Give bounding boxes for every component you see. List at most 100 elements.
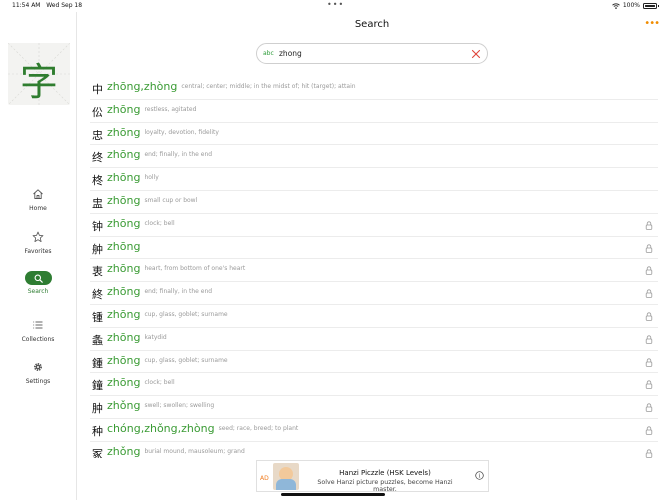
list-item[interactable]: 螽 zhōng katydid [90,328,658,351]
logo-character: 字 [19,60,58,104]
sidebar-item-settings[interactable]: Settings [0,359,76,385]
more-options-icon[interactable]: ••• [644,18,660,29]
battery-icon [643,2,659,9]
pinyin: zhǒng [107,444,141,458]
pinyin-line: zhōng heart, from bottom of one's heart [107,262,245,275]
hanzi-character: 鍾 [92,356,103,370]
list-item[interactable]: 衷 zhōng heart, from bottom of one's heart [90,259,658,283]
sidebar-item-favorites[interactable]: Favorites [0,229,76,255]
hanzi-character: 衷 [92,265,103,279]
list-item[interactable]: 钟 zhōng clock; bell [90,214,658,237]
definition: clock; bell [144,219,175,227]
definition: heart, from bottom of one's heart [144,265,246,273]
pinyin: zhōng [107,171,141,185]
lock-icon [645,266,653,276]
definition: burial mound, mausoleum; grand [144,447,245,455]
sidebar-item-label: Favorites [24,248,52,255]
sidebar-item-label: Settings [25,378,51,385]
ad-thumbnail [273,463,299,490]
list-item[interactable]: 种 chóng,zhǒng,zhòng seed; race, breed; to … [90,419,658,442]
pinyin-line: zhǒng swell; swollen; swelling [107,399,214,412]
star-icon [32,231,44,242]
pinyin: zhǒng [107,399,141,413]
pinyin: zhōng,zhòng [107,80,178,93]
list-item[interactable]: 中 zhōng,zhòng central; center; middle; in … [90,77,658,100]
definition: cup, glass, goblet; surname [144,356,228,364]
definition: central; center; middle; in the midst of… [181,83,356,90]
definition: katydid [144,333,167,341]
pinyin-line: zhōng,zhòng central; center; middle; in t… [107,80,356,93]
hanzi-character: 終 [92,288,103,302]
pinyin: zhōng [107,376,141,390]
list-item[interactable]: 忠 zhōng loyalty, devotion, fidelity [90,123,658,146]
pinyin: zhōng [107,330,141,344]
hanzi-character: 钟 [92,219,103,233]
status-right: 100% [612,2,659,9]
list-item[interactable]: 锺 zhōng cup, glass, goblet; surname [90,305,658,328]
definition: clock; bell [144,379,175,387]
pinyin: zhōng [107,239,141,253]
home-icon [33,189,43,199]
svg-text:i: i [479,474,481,480]
list-item[interactable]: 伀 zhōng restless, agitated [90,100,658,123]
multitasking-dots-icon[interactable]: ••• [327,0,344,9]
sidebar-item-label: Search [27,288,49,295]
lock-icon [645,289,653,298]
info-icon[interactable]: i [475,471,484,480]
hanzi-character: 终 [92,151,103,165]
app-logo: 字 [8,43,70,105]
sidebar-item-home[interactable]: Home [0,186,76,212]
pinyin: zhōng [107,125,141,139]
results-list[interactable]: 中 zhōng,zhòng central; center; middle; in … [90,77,658,458]
list-item[interactable]: 舯 zhōng [90,237,658,260]
sidebar-item-collections[interactable]: Collections [0,317,76,343]
hanzi-character: 鐘 [92,379,103,393]
definition: end; finally, in the end [144,151,213,159]
hanzi-character: 螽 [92,333,103,347]
pinyin: zhōng [107,285,141,299]
ad-label: AD [260,475,269,482]
list-item[interactable]: 終 zhōng end; finally, in the end [90,282,658,305]
hanzi-character: 盅 [92,196,103,210]
home-indicator [281,493,385,496]
definition: seed; race, breed; to plant [218,424,299,432]
hanzi-character: 伀 [92,105,103,119]
sidebar-item-label: Collections [21,336,55,343]
status-time: 11:54 AM [12,2,41,9]
hanzi-character: 柊 [92,174,103,188]
pinyin-line: zhōng small cup or bowl [107,194,197,207]
hanzi-character: 忠 [92,128,103,142]
hanzi-character: 中 [92,83,103,96]
status-bar: 11:54 AM Wed Sep 18 ••• 100% [0,0,667,12]
sidebar: 字 Home Favorites Search Collections Sett… [0,12,77,500]
ad-banner[interactable]: AD Hanzi Piczzle (HSK Levels) Solve Hanz… [256,460,489,493]
pinyin: zhōng [107,102,141,116]
pinyin: chóng,zhǒng,zhòng [107,421,215,435]
pinyin: zhōng [107,307,141,321]
list-item[interactable]: 冢 zhǒng burial mound, mausoleum; grand [90,442,658,458]
pinyin-line: zhōng [107,240,144,253]
pinyin-line: zhōng clock; bell [107,376,175,389]
lock-icon [645,426,653,435]
list-item[interactable]: 鍾 zhōng cup, glass, goblet; surname [90,351,658,374]
pinyin-line: zhǒng burial mound, mausoleum; grand [107,445,245,458]
lock-icon [645,403,653,412]
sidebar-item-search[interactable]: Search [0,271,76,295]
page-title: Search [354,19,390,30]
list-item[interactable]: 终 zhōng end; finally, in the end [90,145,658,169]
clear-icon[interactable] [471,49,481,59]
status-time-date: 11:54 AM Wed Sep 18 [12,2,82,9]
list-item[interactable]: 鐘 zhōng clock; bell [90,373,658,397]
search-icon [34,274,43,283]
pinyin: zhōng [107,148,141,162]
lock-icon [645,221,653,230]
list-item[interactable]: 柊 zhōng holly [90,168,658,191]
list-item[interactable]: 肿 zhǒng swell; swollen; swelling [90,396,658,419]
list-icon [33,321,43,329]
search-input[interactable] [279,46,459,61]
lock-icon [645,357,653,367]
list-item[interactable]: 盅 zhōng small cup or bowl [90,191,658,214]
hanzi-character: 锺 [92,310,103,324]
pinyin-line: chóng,zhǒng,zhòng seed; race, breed; to p… [107,422,298,435]
input-mode-toggle[interactable]: abc [263,50,274,57]
